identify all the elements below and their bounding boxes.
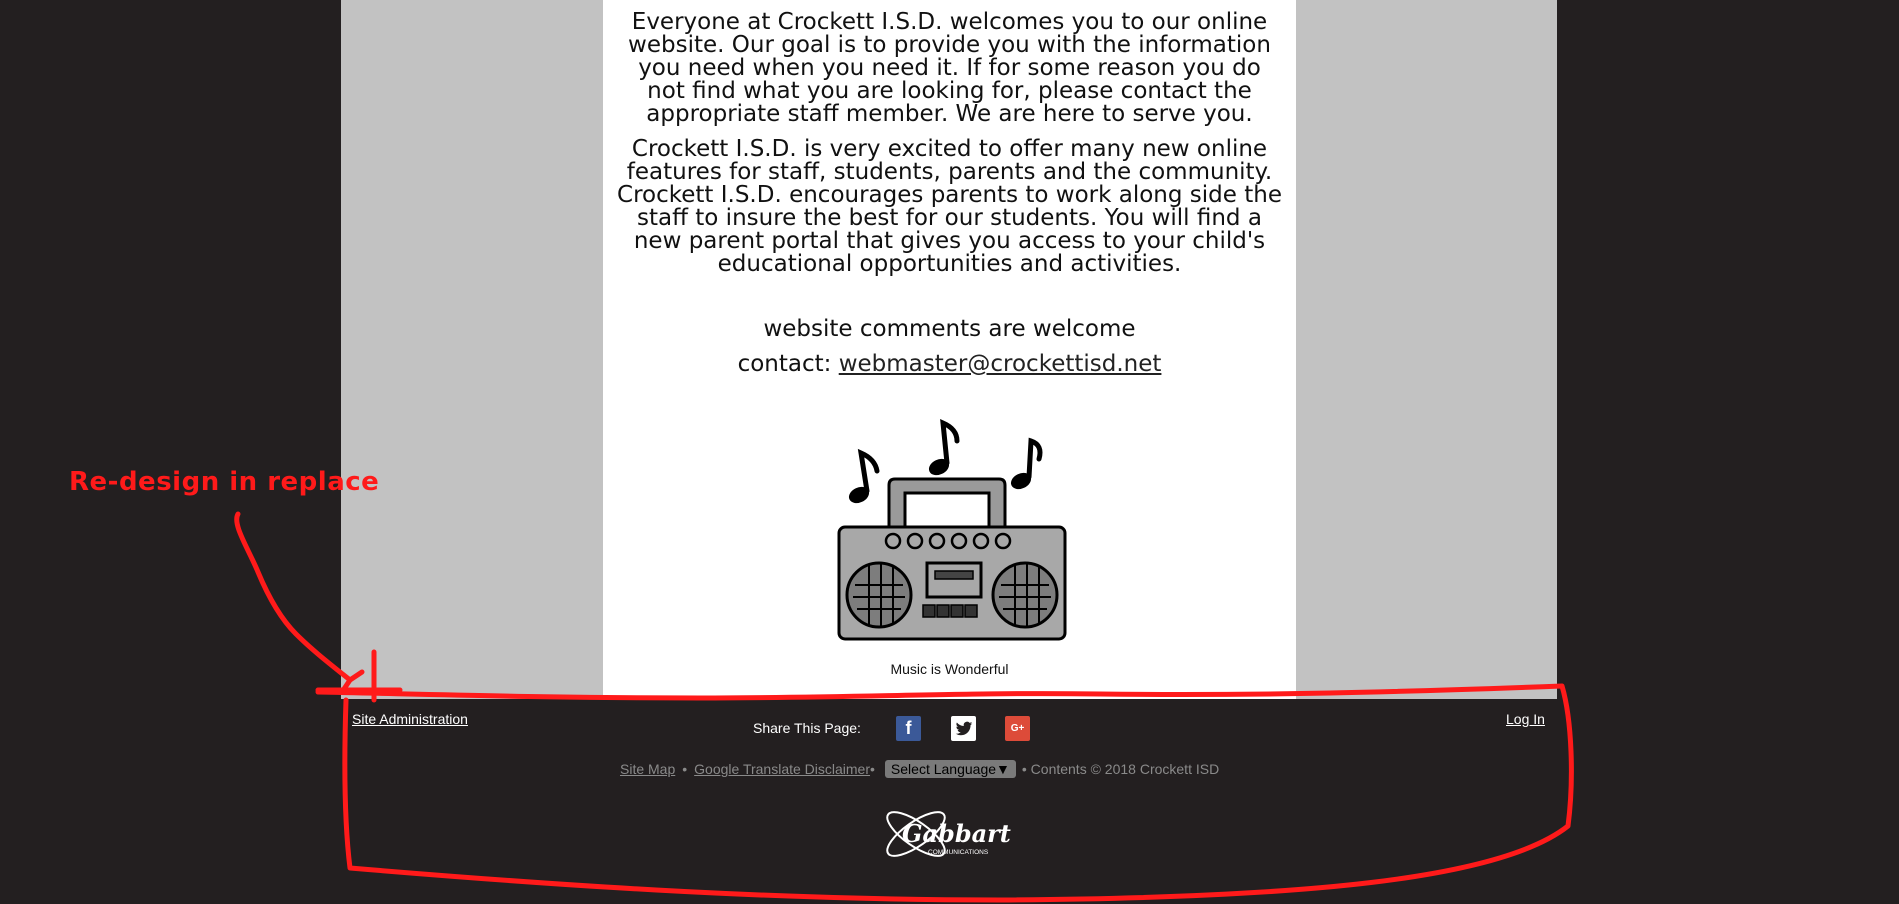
site-administration-link[interactable]: Site Administration: [352, 711, 468, 727]
main-content: Everyone at Crockett I.S.D. welcomes you…: [603, 0, 1296, 699]
contact-line: contact: webmaster@crockettisd.net: [603, 353, 1296, 376]
site-map-link[interactable]: Site Map: [620, 761, 675, 777]
facebook-glyph: f: [905, 718, 912, 738]
boombox-music-icon: [837, 419, 1067, 641]
translate-disclaimer-link[interactable]: Google Translate Disclaimer: [694, 761, 870, 777]
twitter-icon[interactable]: [951, 716, 976, 741]
separator: •: [682, 761, 688, 777]
google-plus-icon[interactable]: G+: [1005, 716, 1030, 741]
logo-subtext: COMMUNICATIONS: [928, 849, 989, 856]
logo-text: Gabbart: [902, 819, 1011, 848]
language-select[interactable]: Select Language▼: [884, 760, 1016, 778]
google-plus-glyph: G+: [1010, 723, 1025, 734]
comments-welcome-text: website comments are welcome: [763, 316, 1136, 342]
footer-links-row: Site Map • Google Translate Disclaimer• Sel…: [620, 760, 1240, 778]
separator: •: [870, 761, 875, 777]
login-link[interactable]: Log In: [1506, 711, 1545, 727]
contact-label: contact:: [737, 351, 832, 377]
gabbart-logo[interactable]: Gabbart COMMUNICATIONS: [876, 800, 1016, 870]
copyright-text: • Contents © 2018 Crockett ISD: [1021, 761, 1220, 777]
features-paragraph: Crockett I.S.D. is very excited to offer…: [617, 136, 1282, 277]
share-page-label: Share This Page:: [753, 720, 861, 736]
facebook-icon[interactable]: f: [896, 716, 921, 741]
page-stage: Everyone at Crockett I.S.D. welcomes you…: [0, 0, 1899, 904]
annotation-note: Re-design in replace: [69, 467, 380, 497]
twitter-bird-icon: [955, 721, 972, 735]
image-caption: Music is Wonderful: [890, 661, 1009, 677]
webmaster-email-link[interactable]: webmaster@crockettisd.net: [839, 351, 1162, 377]
welcome-paragraph: Everyone at Crockett I.S.D. welcomes you…: [628, 9, 1271, 127]
